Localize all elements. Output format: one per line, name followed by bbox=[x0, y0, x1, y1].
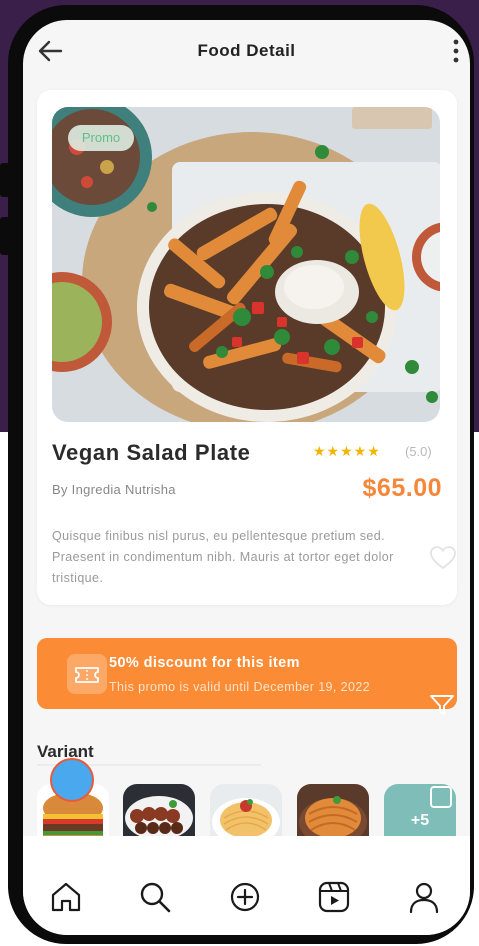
header: Food Detail bbox=[23, 20, 470, 82]
select-all-checkbox[interactable] bbox=[430, 786, 452, 808]
variant-item-spaghetti[interactable] bbox=[210, 784, 282, 840]
search-icon[interactable] bbox=[138, 880, 172, 914]
discount-title: 50% discount for this item bbox=[109, 655, 300, 671]
spaghetti-image bbox=[210, 784, 282, 840]
food-name: Vegan Salad Plate bbox=[52, 440, 251, 465]
filter-icon[interactable] bbox=[429, 694, 455, 716]
selected-variant-indicator bbox=[50, 758, 94, 802]
skewers-image bbox=[123, 784, 195, 840]
more-options-icon[interactable] bbox=[452, 38, 460, 64]
food-description: Quisque finibus nisl purus, eu pellentes… bbox=[52, 529, 394, 585]
variant-more-count: +5 bbox=[410, 812, 430, 829]
phone-side-button bbox=[0, 163, 10, 197]
profile-icon[interactable] bbox=[407, 880, 441, 914]
rating-value: (5.0) bbox=[405, 444, 432, 459]
discount-banner[interactable]: 50% discount for this item This promo is… bbox=[37, 638, 457, 715]
food-price: $65.00 bbox=[362, 474, 442, 502]
promo-tag: Promo bbox=[68, 125, 134, 151]
variant-item-pasta[interactable] bbox=[297, 784, 369, 840]
app-screen: Food Detail Promo Vegan Salad Plate ★★★★… bbox=[23, 20, 470, 935]
bottom-tab-bar bbox=[23, 836, 470, 935]
ticket-icon bbox=[67, 654, 107, 694]
author-byline: By Ingredia Nutrisha bbox=[52, 482, 176, 497]
variant-item-skewers[interactable] bbox=[123, 784, 195, 840]
food-photo bbox=[52, 107, 440, 422]
pasta-image bbox=[297, 784, 369, 840]
home-icon[interactable] bbox=[49, 880, 83, 914]
food-image: Promo bbox=[52, 107, 440, 422]
phone-side-button bbox=[0, 217, 10, 255]
food-card: Promo Vegan Salad Plate ★★★★★ (5.0) By I… bbox=[37, 90, 457, 605]
page-title: Food Detail bbox=[197, 41, 296, 60]
discount-subtitle: This promo is valid until December 19, 2… bbox=[109, 680, 371, 694]
video-icon[interactable] bbox=[317, 880, 351, 914]
variant-more-button[interactable]: +5 bbox=[384, 784, 456, 840]
add-icon[interactable] bbox=[228, 880, 262, 914]
rating-stars: ★★★★★ bbox=[313, 443, 381, 459]
favorite-heart-icon[interactable] bbox=[429, 545, 457, 571]
